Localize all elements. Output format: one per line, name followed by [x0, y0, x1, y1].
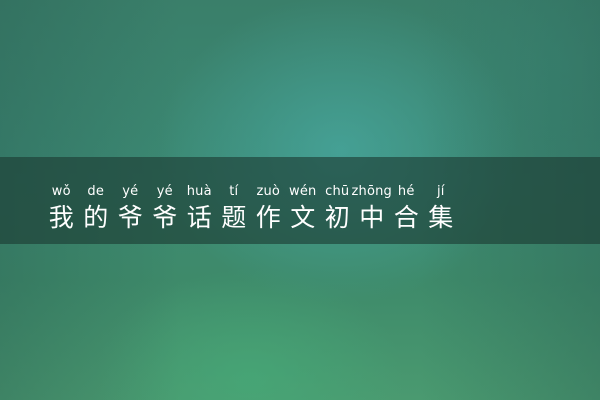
- pinyin-label: chū: [325, 184, 350, 199]
- title-char-10: zhōng 中: [351, 184, 393, 233]
- title-char-9: chū 初: [320, 184, 355, 233]
- hanzi-character: 中: [359, 203, 385, 232]
- hanzi-character: 作: [255, 203, 281, 232]
- pinyin-label: yé: [156, 184, 173, 199]
- title-char-7: zuò 作: [251, 184, 286, 233]
- hanzi-character: 的: [83, 203, 109, 232]
- hanzi-character: 文: [290, 203, 316, 232]
- pinyin-label: zuò: [256, 184, 281, 199]
- pinyin-label: yé: [122, 184, 139, 199]
- pinyin-label: zhōng: [351, 184, 393, 199]
- pinyin-label: wǒ: [51, 184, 71, 199]
- hanzi-character: 初: [324, 203, 350, 232]
- hanzi-character: 题: [221, 203, 247, 232]
- pinyin-label: hé: [397, 184, 415, 199]
- hanzi-character: 爷: [117, 203, 143, 232]
- pinyin-label: jí: [436, 184, 445, 199]
- title-char-6: tí 题: [217, 184, 252, 233]
- hanzi-character: 话: [186, 203, 212, 232]
- hanzi-character: 我: [48, 203, 74, 232]
- hanzi-character: 爷: [152, 203, 178, 232]
- title-char-4: yé 爷: [148, 184, 183, 233]
- pinyin-label: wén: [289, 184, 317, 199]
- hanzi-character: 合: [393, 203, 419, 232]
- title-char-3: yé 爷: [113, 184, 148, 233]
- title-char-11: hé 合: [389, 184, 424, 233]
- title-char-1: wǒ 我: [44, 184, 79, 233]
- title-char-5: huà 话: [182, 184, 217, 233]
- hanzi-character: 集: [428, 203, 454, 232]
- title-char-8: wén 文: [286, 184, 321, 233]
- page-title: wǒ 我 de 的 yé 爷 yé 爷 huà 话 tí 题 zuò 作 wén: [44, 184, 458, 233]
- pinyin-label: tí: [229, 184, 239, 199]
- pinyin-label: de: [87, 184, 105, 199]
- title-char-2: de 的: [79, 184, 114, 233]
- pinyin-label: huà: [186, 184, 212, 199]
- title-char-12: jí 集: [424, 184, 459, 233]
- background-canvas: wǒ 我 de 的 yé 爷 yé 爷 huà 话 tí 题 zuò 作 wén: [0, 0, 600, 400]
